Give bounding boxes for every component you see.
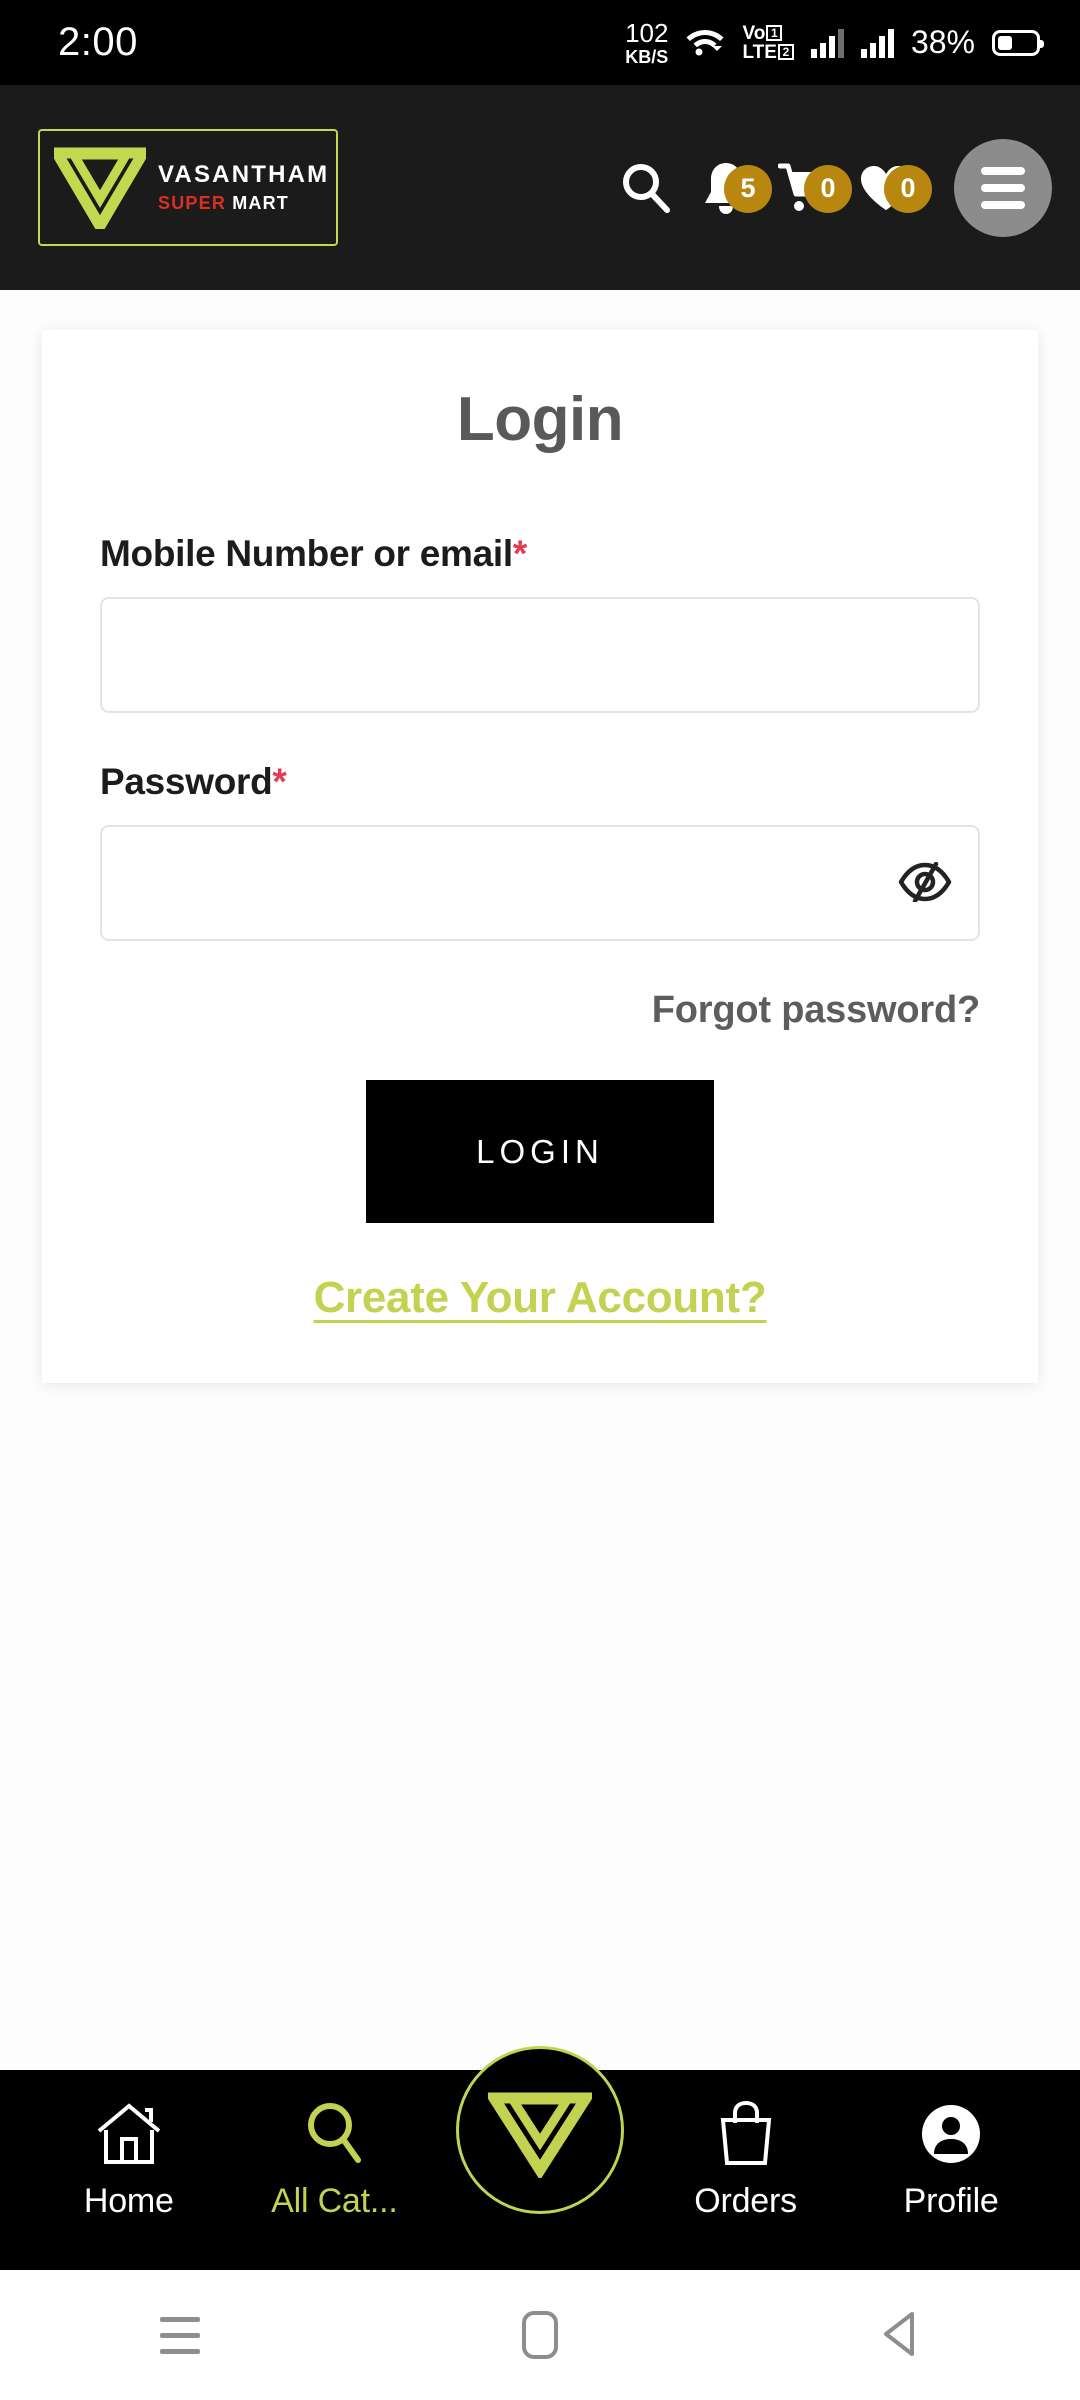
back-triangle-icon (878, 2309, 922, 2362)
bottom-navigation-bar: Home All Cat... Orders Profile (0, 2046, 1080, 2270)
wishlist-badge: 0 (884, 164, 932, 213)
home-square-icon (522, 2311, 558, 2359)
home-fab-button[interactable] (455, 2046, 624, 2214)
brand-text: VASANTHAM SUPER MART (158, 161, 330, 213)
wishlist-button[interactable]: 0 (848, 143, 932, 233)
search-icon (618, 160, 674, 216)
phone-screen: 2:00 102 KB/S Vo 1 LTE 2 38% VASANTHAM S… (0, 0, 1080, 2400)
login-card: Login Mobile Number or email* Password* (42, 330, 1038, 1383)
home-icon (93, 2098, 165, 2170)
login-button-row: LOGIN (100, 1080, 980, 1223)
mobile-field-label: Mobile Number or email* (100, 533, 980, 575)
status-clock: 2:00 (58, 20, 138, 64)
brand-subtitle: SUPER MART (158, 194, 329, 212)
back-button[interactable] (840, 2285, 960, 2385)
password-input-wrapper (100, 825, 980, 941)
search-button[interactable] (608, 143, 684, 233)
sim1-badge: 1 (766, 25, 783, 41)
login-button[interactable]: LOGIN (366, 1080, 714, 1223)
recents-icon (160, 2316, 200, 2354)
forgot-password-link[interactable]: Forgot password? (652, 989, 980, 1031)
main-content: Login Mobile Number or email* Password* (0, 290, 1080, 2070)
password-input[interactable] (100, 825, 980, 941)
nav-item-home[interactable]: Home (26, 2098, 232, 2221)
brand-mart-word: MART (232, 193, 290, 213)
cart-badge: 0 (804, 164, 852, 213)
network-speed-unit: KB/S (625, 46, 669, 67)
status-indicators: 102 KB/S Vo 1 LTE 2 38% (625, 20, 1044, 66)
nav-item-all-categories[interactable]: All Cat... (232, 2098, 438, 2221)
page-title: Login (456, 385, 624, 454)
android-system-nav (0, 2270, 1080, 2400)
network-speed-value: 102 (625, 17, 669, 48)
battery-icon (992, 29, 1044, 56)
volte-suffix: LTE (742, 41, 777, 63)
password-label-text: Password (100, 761, 273, 802)
app-header: VASANTHAM SUPER MART 5 0 0 (0, 85, 1080, 290)
mobile-or-email-input[interactable] (100, 597, 980, 713)
vasantham-v-logo-icon (54, 147, 146, 229)
password-field-label: Password* (100, 761, 980, 803)
recents-button[interactable] (120, 2285, 240, 2385)
nav-item-orders[interactable]: Orders (643, 2098, 849, 2221)
home-button[interactable] (480, 2285, 600, 2385)
mobile-required-asterisk: * (512, 533, 527, 574)
wifi-icon (685, 24, 725, 61)
signal-bars-sim1 (810, 28, 844, 58)
hamburger-menu-icon[interactable] (954, 138, 1052, 237)
eye-off-icon (898, 861, 952, 905)
brand-logo[interactable]: VASANTHAM SUPER MART (38, 129, 338, 246)
create-account-row: Create Your Account? (100, 1273, 980, 1323)
notifications-badge: 5 (724, 164, 772, 213)
volte-prefix: Vo (742, 22, 766, 44)
person-icon (919, 2098, 983, 2170)
header-actions: 5 0 0 (608, 138, 1052, 237)
brand-name: VASANTHAM (158, 161, 330, 188)
brand-super-word: SUPER (158, 193, 227, 213)
cart-button[interactable]: 0 (768, 143, 852, 233)
volte-indicator: Vo 1 LTE 2 (742, 22, 794, 63)
network-speed-indicator: 102 KB/S (625, 20, 668, 66)
nav-label-home: Home (83, 2182, 174, 2220)
create-account-link[interactable]: Create Your Account? (314, 1273, 767, 1322)
nav-label-profile: Profile (903, 2182, 999, 2220)
password-field-block: Password* (100, 761, 980, 941)
notifications-button[interactable]: 5 (688, 143, 772, 233)
search-icon (301, 2098, 367, 2170)
nav-center-slot (437, 2046, 643, 2214)
password-visibility-toggle[interactable] (896, 854, 954, 912)
battery-percent-label: 38% (910, 24, 975, 60)
nav-label-orders: Orders (694, 2182, 797, 2220)
shopping-bag-icon (715, 2098, 777, 2170)
forgot-password-row: Forgot password? (100, 989, 980, 1032)
mobile-field-block: Mobile Number or email* (100, 533, 980, 713)
vasantham-v-logo-icon (487, 2092, 592, 2178)
mobile-label-text: Mobile Number or email (100, 533, 513, 574)
status-bar: 2:00 102 KB/S Vo 1 LTE 2 38% (0, 0, 1080, 85)
sim2-badge: 2 (777, 44, 794, 60)
signal-bars-sim2 (860, 28, 894, 58)
nav-label-all-categories: All Cat... (271, 2182, 398, 2220)
nav-item-profile[interactable]: Profile (848, 2098, 1054, 2221)
password-required-asterisk: * (272, 761, 287, 802)
